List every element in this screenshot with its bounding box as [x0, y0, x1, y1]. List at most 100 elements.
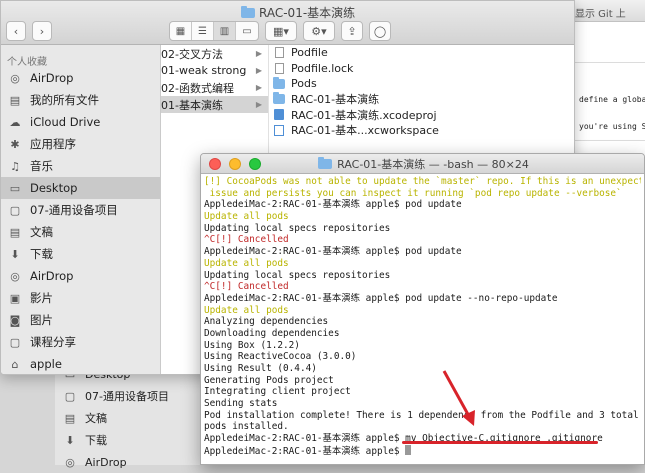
terminal-line-text: Update all pods — [204, 257, 289, 269]
chevron-right-icon: ▶ — [255, 100, 262, 109]
sidebar-item-label: 课程分享 — [30, 335, 76, 349]
terminal-line: Sending stats — [204, 398, 641, 410]
documents-icon: ▤ — [64, 411, 76, 425]
sidebar-item-course-share[interactable]: ▢ 课程分享 — [1, 331, 160, 353]
arrange-icon: ▦▾ — [273, 24, 289, 38]
sidebar-item-airdrop[interactable]: ◎ AirDrop — [1, 265, 160, 287]
movies-icon: ▣ — [9, 291, 21, 305]
share-button[interactable]: ⇪ — [341, 21, 363, 41]
list-item[interactable]: Podfile.lock — [269, 61, 574, 77]
folder-icon — [241, 5, 255, 18]
airdrop-icon: ◎ — [65, 455, 75, 469]
terminal-title: RAC-01-基本演练 — -bash — 80×24 — [201, 154, 644, 174]
terminal-line: Analyzing dependencies — [204, 316, 641, 328]
sidebar-item-home[interactable]: ⌂ apple — [1, 353, 160, 374]
sidebar-section-favorites: 个人收藏 — [7, 57, 47, 68]
sidebar-item-all-files[interactable]: ▤ 我的所有文件 — [1, 89, 160, 111]
list-item[interactable]: 01-基本演练 ▶ — [161, 96, 268, 113]
sidebar-item-label: 文稿 — [30, 225, 53, 239]
terminal-line: Update all pods — [204, 211, 641, 223]
sidebar-item-music[interactable]: ♫ 音乐 — [1, 155, 160, 177]
sidebar-item-label: 下载 — [85, 434, 107, 447]
terminal-line-text: Pod installation complete! There is 1 de… — [204, 409, 639, 421]
list-item[interactable]: RAC-01-基本演练 — [269, 92, 574, 108]
list-item-label: RAC-01-基本...xcworkspace — [291, 124, 439, 138]
terminal-line: AppledeiMac-2:RAC-01-基本演练 apple$ pod upd… — [204, 199, 641, 211]
sidebar-item-airdrop[interactable]: ◎ AirDrop — [1, 67, 160, 89]
all-files-icon: ▤ — [9, 93, 21, 107]
doc-text-line: you're using Sw — [579, 122, 645, 131]
xcodeproj-icon — [273, 109, 285, 121]
terminal-line: Integrating client project — [204, 386, 641, 398]
sidebar-item-desktop[interactable]: ▭ Desktop — [1, 177, 160, 199]
arrange-button[interactable]: ▦▾ — [265, 21, 297, 41]
sidebar-item-folder[interactable]: ▢ 07-通用设备项目 — [55, 385, 205, 407]
terminal-line: [!] CocoaPods was not able to update the… — [204, 176, 641, 188]
list-item-label: Podfile — [291, 46, 328, 60]
list-item-label: RAC-01-基本演练.xcodeproj — [291, 108, 437, 122]
document-icon — [273, 62, 285, 74]
terminal-line-text: issue and persists you can inspect it ru… — [204, 187, 622, 199]
chevron-right-icon: › — [39, 24, 45, 38]
list-item[interactable]: Pods — [269, 76, 574, 92]
terminal-line-text: Using Result (0.4.4) — [204, 363, 317, 374]
sidebar-item-folder[interactable]: ▢ 07-通用设备项目 — [1, 199, 160, 221]
list-item[interactable]: RAC-01-基本...xcworkspace — [269, 123, 574, 139]
terminal-cursor — [405, 444, 412, 455]
terminal-line-text: AppledeiMac-2:RAC-01-基本演练 apple$ pod upd… — [204, 246, 462, 258]
finder-sidebar: 个人收藏 ◎ AirDrop ▤ 我的所有文件 ☁ iCloud Drive ✱… — [1, 45, 161, 374]
tag-icon: ◯ — [373, 24, 387, 38]
sidebar-item-icloud[interactable]: ☁ iCloud Drive — [1, 111, 160, 133]
terminal-line-text: AppledeiMac-2:RAC-01-基本演练 apple$ — [204, 445, 406, 457]
terminal-line: Update all pods — [204, 305, 641, 317]
list-view-icon[interactable]: ☰ — [192, 22, 214, 40]
back-button[interactable]: ‹ — [6, 21, 26, 41]
terminal-line: Using Result (0.4.4) — [204, 363, 641, 375]
share-icon: ⇪ — [347, 24, 357, 38]
tags-button[interactable]: ◯ — [369, 21, 391, 41]
terminal-line: pods installed. — [204, 421, 641, 433]
sidebar-item-movies[interactable]: ▣ 影片 — [1, 287, 160, 309]
sidebar-item-label: 影片 — [30, 291, 53, 305]
list-item[interactable]: 02-函数式编程 ▶ — [161, 79, 268, 96]
list-item[interactable]: 02-交叉方法 ▶ — [161, 45, 268, 62]
sidebar-item-label: 图片 — [30, 313, 53, 327]
action-button[interactable]: ⚙▾ — [303, 21, 335, 41]
terminal-line-text: ^C[!] Cancelled — [204, 234, 289, 246]
sidebar-item-downloads[interactable]: ⬇ 下载 — [55, 429, 205, 451]
terminal-output[interactable]: [!] CocoaPods was not able to update the… — [204, 175, 641, 464]
folder-icon: ▢ — [9, 335, 21, 349]
terminal-line-text: Updating local specs repositories — [204, 222, 391, 234]
forward-button[interactable]: › — [32, 21, 52, 41]
terminal-titlebar: RAC-01-基本演练 — -bash — 80×24 — [201, 154, 644, 174]
terminal-line-text: Update all pods — [204, 211, 289, 223]
doc-text-line: define a global — [579, 95, 645, 104]
list-item-label: 02-函数式编程 — [161, 81, 234, 95]
list-item-label: RAC-01-基本演练 — [291, 93, 380, 107]
cover-flow-icon[interactable]: ▭ — [236, 22, 258, 40]
annotation-underline — [402, 441, 598, 444]
sidebar-item-pictures[interactable]: ◙ 图片 — [1, 309, 160, 331]
sidebar-item-label: 音乐 — [30, 159, 53, 173]
folder-icon: ▢ — [9, 203, 21, 217]
sidebar-item-downloads[interactable]: ⬇ 下载 — [1, 243, 160, 265]
annotation-arrow-icon — [442, 370, 475, 426]
sidebar-item-documents[interactable]: ▤ 文稿 — [55, 407, 205, 429]
sidebar-item-applications[interactable]: ✱ 应用程序 — [1, 133, 160, 155]
sidebar-item-documents[interactable]: ▤ 文稿 — [1, 221, 160, 243]
terminal-line: AppledeiMac-2:RAC-01-基本演练 apple$ — [204, 444, 641, 457]
icon-view-icon[interactable]: ▦ — [170, 22, 192, 40]
terminal-line-text: Downloading dependencies — [204, 327, 340, 339]
sidebar-item-airdrop[interactable]: ◎ AirDrop — [55, 451, 205, 473]
terminal-line: Downloading dependencies — [204, 328, 641, 340]
column-view-icon[interactable]: ▥ — [214, 22, 236, 40]
list-item[interactable]: Podfile — [269, 45, 574, 61]
terminal-line: Update all pods — [204, 258, 641, 270]
view-mode-segmented[interactable]: ▦ ☰ ▥ ▭ — [169, 21, 259, 41]
home-icon: ⌂ — [11, 357, 19, 371]
document-icon — [273, 47, 285, 59]
list-item[interactable]: RAC-01-基本演练.xcodeproj — [269, 107, 574, 123]
terminal-line-text: Using Box (1.2.2) — [204, 339, 300, 351]
pictures-icon: ◙ — [9, 313, 21, 327]
list-item[interactable]: 01-weak strong ▶ — [161, 62, 268, 79]
